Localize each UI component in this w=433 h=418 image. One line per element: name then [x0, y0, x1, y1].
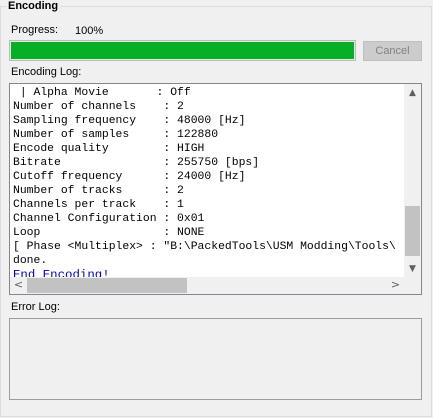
vertical-scroll-thumb[interactable]: [405, 206, 420, 256]
horizontal-scroll-thumb[interactable]: [27, 278, 187, 293]
scroll-down-icon[interactable]: ▼: [404, 264, 421, 274]
encoding-log-label: Encoding Log:: [11, 66, 82, 78]
log-line: Cutoff frequency : 24000 [Hz]: [13, 171, 246, 183]
encoding-log[interactable]: | Alpha Movie : Off Number of channels : …: [9, 83, 422, 295]
scroll-up-icon[interactable]: ▲: [404, 88, 421, 98]
scrollbar-corner: [404, 277, 421, 294]
log-line: Channels per track : 1: [13, 199, 184, 211]
vertical-scrollbar[interactable]: ▲ ▼: [404, 84, 421, 278]
encoding-log-text: | Alpha Movie : Off Number of channels : …: [13, 86, 405, 278]
error-log[interactable]: [9, 318, 422, 400]
log-line: Loop : NONE: [13, 227, 205, 239]
progress-label: Progress:: [11, 24, 59, 36]
log-line: Number of channels : 2: [13, 101, 184, 113]
log-line: Sampling frequency : 48000 [Hz]: [13, 115, 246, 127]
scroll-left-icon[interactable]: <: [10, 278, 27, 291]
log-line: Encode quality : HIGH: [13, 143, 205, 155]
cancel-button[interactable]: Cancel: [363, 41, 422, 61]
progress-bar: [9, 40, 356, 61]
log-line: Channel Configuration : 0x01: [13, 213, 205, 225]
log-line: Number of samples : 122880: [13, 129, 219, 141]
log-line: Bitrate : 255750 [bps]: [13, 157, 260, 169]
log-line: [ Phase <Multiplex> : "B:\PackedTools\US…: [13, 241, 396, 253]
progress-fill: [11, 42, 354, 59]
error-log-label: Error Log:: [11, 301, 60, 313]
group-title: Encoding: [6, 0, 61, 12]
log-line: Number of tracks : 2: [13, 185, 184, 197]
progress-percent: 100%: [75, 25, 104, 37]
scroll-right-icon[interactable]: >: [387, 278, 404, 291]
horizontal-scrollbar[interactable]: < >: [10, 277, 404, 294]
log-line: done.: [13, 255, 48, 267]
log-line: | Alpha Movie : Off: [13, 87, 191, 99]
